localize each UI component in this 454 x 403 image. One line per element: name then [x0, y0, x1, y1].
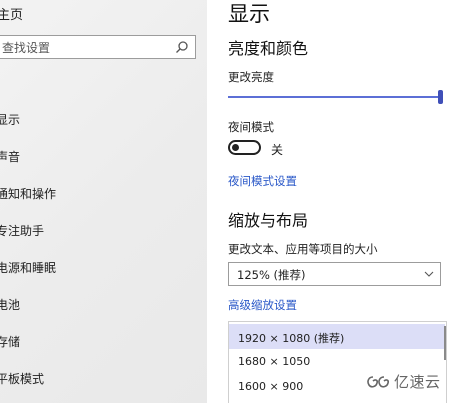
sidebar-item-tablet-mode[interactable]: 平板模式	[0, 370, 44, 387]
night-light-settings-link[interactable]: 夜间模式设置	[228, 173, 297, 189]
sidebar-item-notifications[interactable]: 通知和操作	[0, 185, 56, 202]
chevron-down-icon	[424, 271, 434, 277]
sidebar-home[interactable]: 主页	[0, 4, 23, 23]
scale-select[interactable]: 125% (推荐)	[228, 262, 441, 286]
dropdown-scrollbar[interactable]	[444, 326, 446, 360]
sidebar-item-focus-assist[interactable]: 专注助手	[0, 222, 44, 239]
resolution-option-1920x1080[interactable]: 1920 × 1080 (推荐)	[229, 324, 445, 349]
sidebar-item-power-sleep[interactable]: 电源和睡眠	[0, 259, 56, 276]
brightness-section-title: 亮度和颜色	[228, 39, 309, 58]
sidebar-item-storage[interactable]: 存储	[0, 333, 20, 350]
night-light-state: 关	[271, 143, 284, 157]
display-settings-pane: 显示 亮度和颜色 更改亮度 夜间模式 关 夜间模式设置 缩放与布局 更改文本、应…	[207, 0, 454, 403]
sidebar-item-display[interactable]: 显示	[0, 111, 20, 128]
sidebar-item-sound[interactable]: 声音	[0, 148, 20, 165]
watermark-text: 亿速云	[394, 373, 441, 391]
advanced-scaling-link[interactable]: 高级缩放设置	[228, 297, 297, 313]
scale-select-value: 125% (推荐)	[237, 268, 306, 282]
settings-search-box[interactable]: 查找设置	[0, 35, 196, 59]
search-input[interactable]: 查找设置	[2, 39, 50, 56]
slider-track[interactable]	[228, 96, 443, 98]
scale-section-title: 缩放与布局	[228, 211, 309, 230]
search-icon[interactable]	[175, 40, 189, 54]
page-title: 显示	[228, 2, 270, 26]
night-light-label: 夜间模式	[228, 120, 274, 134]
scale-label: 更改文本、应用等项目的大小	[228, 242, 378, 256]
brightness-label: 更改亮度	[228, 70, 274, 84]
night-light-toggle[interactable]	[228, 140, 261, 155]
sidebar-item-battery[interactable]: 电池	[0, 296, 20, 313]
settings-sidebar: 主页 查找设置 显示 声音 通知和操作 专注助手 电源和睡眠 电池 存储 平板模…	[0, 0, 207, 403]
yisu-cloud-logo-icon	[367, 376, 389, 388]
brightness-slider[interactable]	[228, 90, 443, 104]
slider-thumb[interactable]	[438, 90, 443, 104]
toggle-knob	[232, 144, 239, 151]
